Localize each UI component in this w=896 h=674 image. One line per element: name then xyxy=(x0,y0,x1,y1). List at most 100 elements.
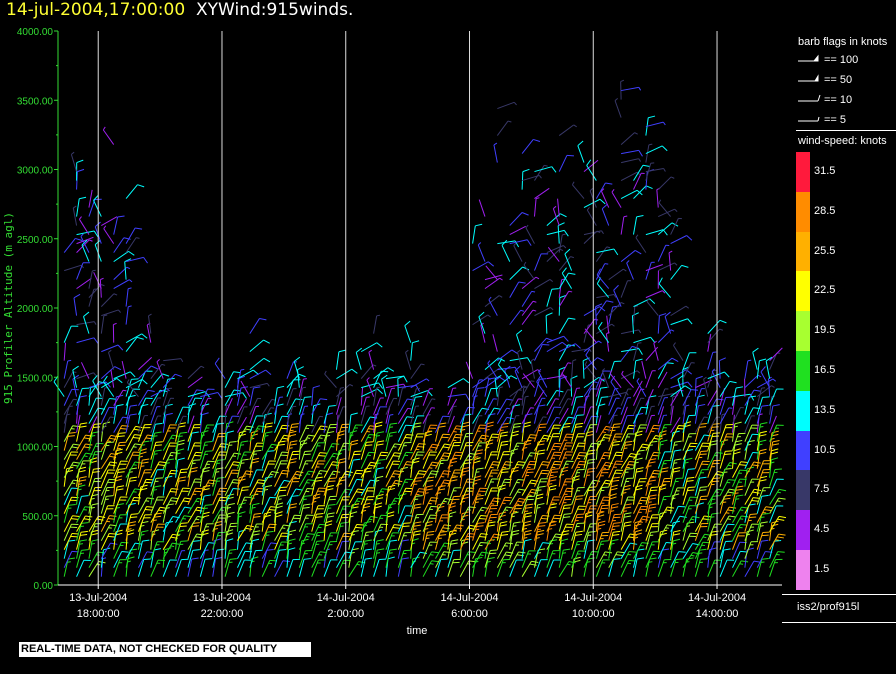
wind-barb xyxy=(125,556,135,577)
barb-half-flag xyxy=(562,552,567,554)
barb-staff xyxy=(355,352,362,370)
wind-barb xyxy=(645,261,655,280)
wind-barb xyxy=(632,529,643,550)
barb-staff xyxy=(103,381,115,397)
barb-staff xyxy=(175,497,185,514)
barb-flag xyxy=(93,426,101,428)
wind-barb xyxy=(100,293,118,307)
barb-staff xyxy=(583,424,591,442)
barb-staff xyxy=(422,551,433,568)
barb-flag xyxy=(151,365,158,370)
barb-flag xyxy=(326,484,334,488)
barb-half-flag xyxy=(598,340,602,344)
wind-barb xyxy=(608,558,621,577)
barb-half-flag xyxy=(389,414,394,416)
wind-barb xyxy=(137,370,153,388)
barb-flag xyxy=(146,506,154,508)
barb-half-flag xyxy=(520,309,525,312)
barb-half-flag xyxy=(428,449,433,451)
barb-staff xyxy=(113,389,124,406)
barb-flag xyxy=(141,333,148,339)
barb-flag xyxy=(537,529,545,533)
barb-flag xyxy=(103,375,108,383)
wind-barb xyxy=(635,234,647,253)
barb-flag xyxy=(72,515,80,517)
wind-barb xyxy=(571,556,581,577)
wind-barb xyxy=(125,378,148,389)
barb-flag xyxy=(673,538,681,542)
barb-flag xyxy=(685,457,693,461)
barb-staff xyxy=(558,124,575,136)
barb-flag xyxy=(394,524,402,526)
barb-half-flag xyxy=(549,279,554,282)
barb-flag xyxy=(537,452,545,455)
wind-barb xyxy=(422,407,435,424)
barb-flag xyxy=(418,443,426,445)
wind-barb xyxy=(78,216,90,235)
barb-staff xyxy=(88,189,93,208)
barb-flag xyxy=(461,514,469,518)
barb-flag xyxy=(251,433,259,437)
barb-flag xyxy=(417,491,425,493)
wind-barb xyxy=(557,198,560,217)
barb-staff xyxy=(175,506,186,523)
barb-flag xyxy=(356,491,364,494)
barb-staff xyxy=(447,378,464,389)
wind-barb xyxy=(509,266,530,280)
barb-flag xyxy=(291,495,299,497)
wind-barb xyxy=(236,529,246,550)
wind-barb xyxy=(80,233,90,253)
barb-staff xyxy=(70,154,78,172)
barb-flag xyxy=(699,489,707,491)
barb-flag xyxy=(392,473,400,475)
barb-flag xyxy=(376,467,384,470)
barb-flag xyxy=(320,425,328,428)
barb-staff xyxy=(558,561,570,577)
barb-flag xyxy=(253,386,261,389)
barb-staff xyxy=(608,551,618,568)
barb-staff xyxy=(571,397,577,415)
wind-barb xyxy=(410,363,425,379)
barb-flag xyxy=(414,521,422,524)
barb-flag xyxy=(116,488,124,491)
wind-barb xyxy=(546,398,559,415)
barb-staff xyxy=(694,496,702,514)
barb-staff xyxy=(249,318,260,334)
barb-flag xyxy=(178,479,186,482)
barb-half-flag xyxy=(548,528,553,530)
wind-barb xyxy=(459,478,475,496)
barb-staff xyxy=(608,306,614,325)
barb-flag xyxy=(117,485,125,488)
barb-flag xyxy=(523,523,531,527)
barb-flag xyxy=(542,461,550,463)
barb-staff xyxy=(81,244,90,262)
wind-barb xyxy=(434,530,448,550)
barb-staff xyxy=(645,262,652,280)
wind-barb xyxy=(546,550,560,568)
barb-half-flag xyxy=(531,290,536,293)
barb-staff xyxy=(162,373,176,388)
wind-barb xyxy=(586,206,597,226)
barb-flag xyxy=(438,425,446,428)
wind-barb xyxy=(509,511,519,532)
barb-staff xyxy=(311,541,318,559)
barb-flag xyxy=(117,471,125,473)
barb-staff xyxy=(100,366,116,380)
wind-barb xyxy=(633,185,653,199)
barb-flag xyxy=(201,412,209,416)
barb-flag xyxy=(131,378,139,380)
barb-flag xyxy=(624,443,632,446)
barb-staff xyxy=(102,129,115,145)
barb-flag xyxy=(578,454,586,457)
barb-flag xyxy=(611,506,619,509)
barb-half-flag xyxy=(113,322,117,326)
barb-half-flag xyxy=(525,395,529,398)
wind-barb xyxy=(324,370,337,388)
barb-staff xyxy=(373,441,378,460)
barb-flag xyxy=(130,371,136,378)
barb-staff xyxy=(682,505,690,523)
barb-half-flag xyxy=(474,456,479,458)
barb-flag xyxy=(638,348,643,355)
barb-flag xyxy=(606,300,614,303)
wind-barb xyxy=(534,397,546,415)
